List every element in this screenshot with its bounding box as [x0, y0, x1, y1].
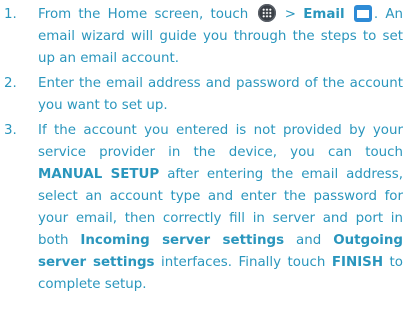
- step-text-part: >: [277, 7, 304, 22]
- step-text: Enter the email address and password of …: [38, 76, 403, 113]
- step-number: 1.: [4, 7, 17, 22]
- step-text: From the Home screen, touch > Email . An…: [38, 4, 403, 70]
- step-text-part: interfaces. Finally touch: [154, 255, 332, 270]
- step-3: 3. If the account you entered is not pro…: [2, 120, 403, 296]
- email-icon-sheet: [356, 10, 369, 18]
- apps-icon: [257, 4, 276, 22]
- step-text: If the account you entered is not provid…: [38, 120, 403, 296]
- step-text-part: If the account you entered is not provid…: [38, 123, 403, 160]
- email-keyword: Email: [303, 7, 345, 22]
- apps-grid-dots: [261, 8, 272, 18]
- incoming-settings-keyword: Incoming server settings: [80, 233, 285, 248]
- step-text-part: and: [284, 233, 334, 248]
- step-text-part: From the Home screen, touch: [38, 7, 256, 22]
- step-2: 2. Enter the email address and password …: [2, 73, 403, 117]
- step-number: 3.: [4, 123, 17, 138]
- step-1: 1. From the Home screen, touch > Email .…: [2, 4, 403, 70]
- manual-setup-keyword: MANUAL SETUP: [38, 167, 160, 182]
- step-number: 2.: [4, 76, 17, 91]
- instruction-list: 1. From the Home screen, touch > Email .…: [0, 0, 405, 318]
- email-app-icon: [353, 5, 372, 22]
- finish-keyword: FINISH: [331, 255, 384, 270]
